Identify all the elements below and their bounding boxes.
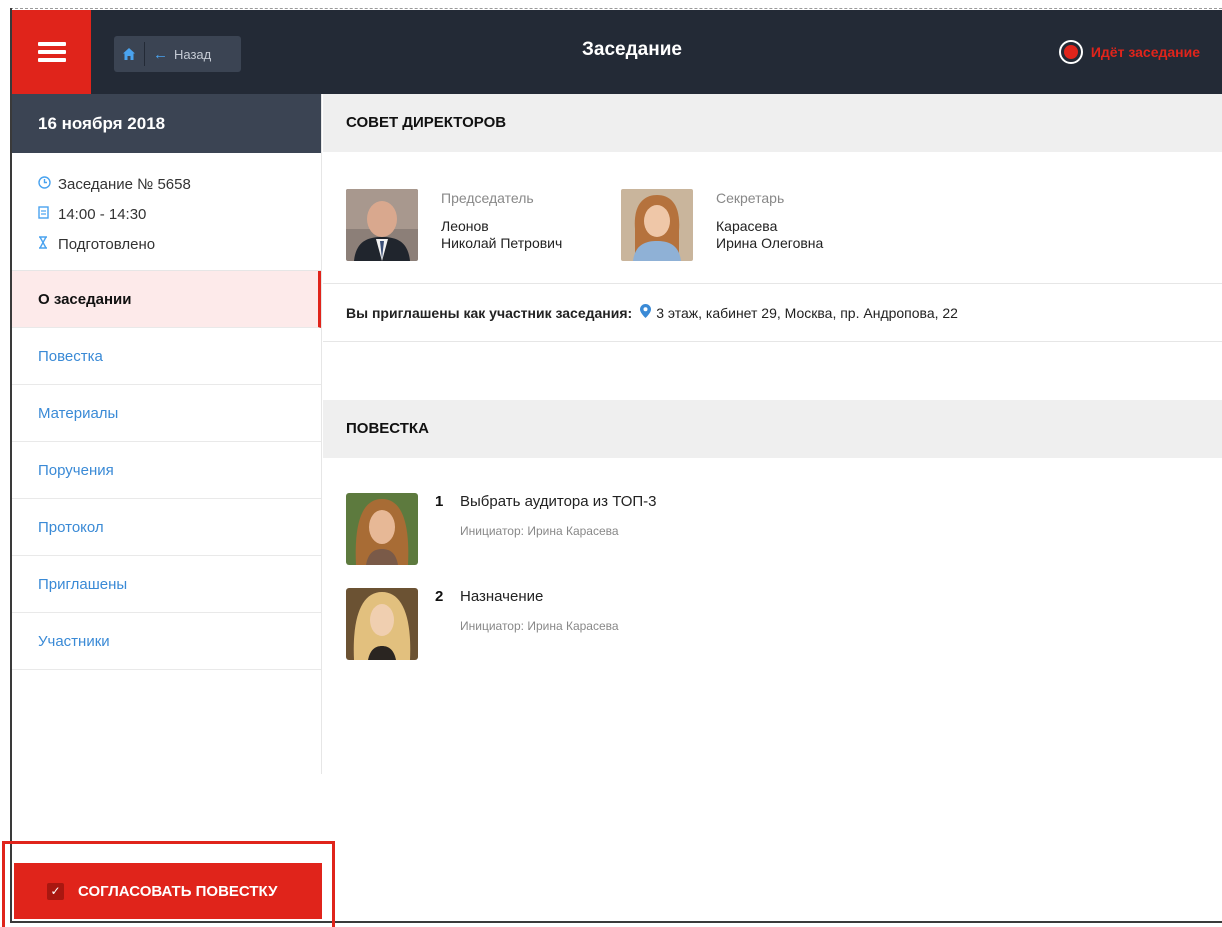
secretary-meta: Секретарь Карасева Ирина Олеговна [716,189,823,261]
secretary-given-names: Ирина Олеговна [716,235,824,251]
chairman-meta: Председатель Леонов Николай Петрович [441,189,562,261]
sidebar-item-assignments[interactable]: Поручения [12,442,321,499]
meeting-time-row: 14:00 - 14:30 [38,199,321,229]
meeting-date: 16 ноября 2018 [12,94,321,153]
frame-top-edge [10,8,1222,9]
meeting-number: Заседание № 5658 [58,175,191,193]
secretary-avatar [621,189,693,261]
agenda-number: 1 [435,493,444,510]
meeting-number-row: Заседание № 5658 [38,169,321,199]
agenda-item[interactable]: 1 Выбрать аудитора из ТОП-3 Инициатор: И… [346,493,657,565]
secretary-surname: Карасева [716,218,778,234]
agenda-initiator: Инициатор: Ирина Карасева [460,524,619,538]
secretary-role: Секретарь [716,190,785,206]
initiator-avatar [346,588,418,660]
main-content: СОВЕТ ДИРЕКТОРОВ Председатель Леонов Ник… [323,94,1222,774]
checkmark-icon: ✓ [47,882,64,900]
home-button[interactable] [114,36,144,72]
invitation-label: Вы приглашены как участник заседания: [346,304,633,321]
invitation-row: Вы приглашены как участник заседания: 3 … [323,283,1222,342]
agenda-item[interactable]: 2 Назначение Инициатор: Ирина Карасева [346,588,619,660]
chairman-given-names: Николай Петрович [441,235,563,251]
hourglass-icon [38,236,58,252]
chairman-name: Леонов Николай Петрович [441,218,562,252]
agenda-title: Выбрать аудитора из ТОП-3 [460,493,657,510]
sidebar-item-about[interactable]: О заседании [12,271,321,328]
chairman-surname: Леонов [441,218,489,234]
initiator-avatar [346,493,418,565]
back-button[interactable]: ← Назад [145,36,211,72]
back-label: Назад [174,46,212,62]
chairman-role: Председатель [441,190,534,206]
chairman-card[interactable]: Председатель Леонов Николай Петрович [346,189,562,261]
home-icon [123,48,135,60]
meeting-location[interactable]: 3 этаж, кабинет 29, Москва, пр. Андропов… [656,305,958,321]
live-status-indicator: Идёт заседание [1058,38,1200,66]
meeting-state: Подготовлено [58,235,156,253]
page-title: Заседание [582,39,682,60]
arrow-left-icon: ← [153,45,168,63]
location-pin-icon [640,303,652,322]
chairman-avatar [346,189,418,261]
menu-button[interactable] [12,10,91,94]
agenda-number: 2 [435,588,444,605]
live-status-text: Идёт заседание [1090,44,1200,60]
record-dot-icon [1058,40,1083,64]
approve-agenda-label: СОГЛАСОВАТЬ ПОВЕСТКУ [78,882,278,900]
sidebar-item-protocol[interactable]: Протокол [12,499,321,556]
sidebar-item-invited[interactable]: Приглашены [12,556,321,613]
navigation-group: ← Назад [114,36,241,72]
agenda-body: Выбрать аудитора из ТОП-3 Инициатор: Ири… [460,493,657,565]
approve-agenda-button[interactable]: ✓ СОГЛАСОВАТЬ ПОВЕСТКУ [14,863,322,919]
sidebar-item-agenda[interactable]: Повестка [12,328,321,385]
top-bar: ← Назад Заседание Идёт заседание [12,10,1222,94]
secretary-card[interactable]: Секретарь Карасева Ирина Олеговна [621,189,823,261]
secretary-name: Карасева Ирина Олеговна [716,218,823,252]
sidebar-item-participants[interactable]: Участники [12,613,321,670]
council-section-header: СОВЕТ ДИРЕКТОРОВ [323,94,1222,152]
agenda-title: Назначение [460,588,544,605]
sidebar: 16 ноября 2018 Заседание № 5658 14:00 - … [12,94,322,774]
meeting-state-row: Подготовлено [38,229,321,259]
hamburger-icon [37,42,66,62]
agenda-initiator: Инициатор: Ирина Карасева [460,619,619,633]
sidebar-item-materials[interactable]: Материалы [12,385,321,442]
agenda-body: Назначение Инициатор: Ирина Карасева [460,588,619,660]
clock-icon [38,176,58,192]
meeting-time: 14:00 - 14:30 [58,205,147,223]
calendar-icon [38,206,58,222]
agenda-section-header: ПОВЕСТКА [323,400,1222,458]
meeting-info: Заседание № 5658 14:00 - 14:30 Подготовл… [12,153,321,271]
